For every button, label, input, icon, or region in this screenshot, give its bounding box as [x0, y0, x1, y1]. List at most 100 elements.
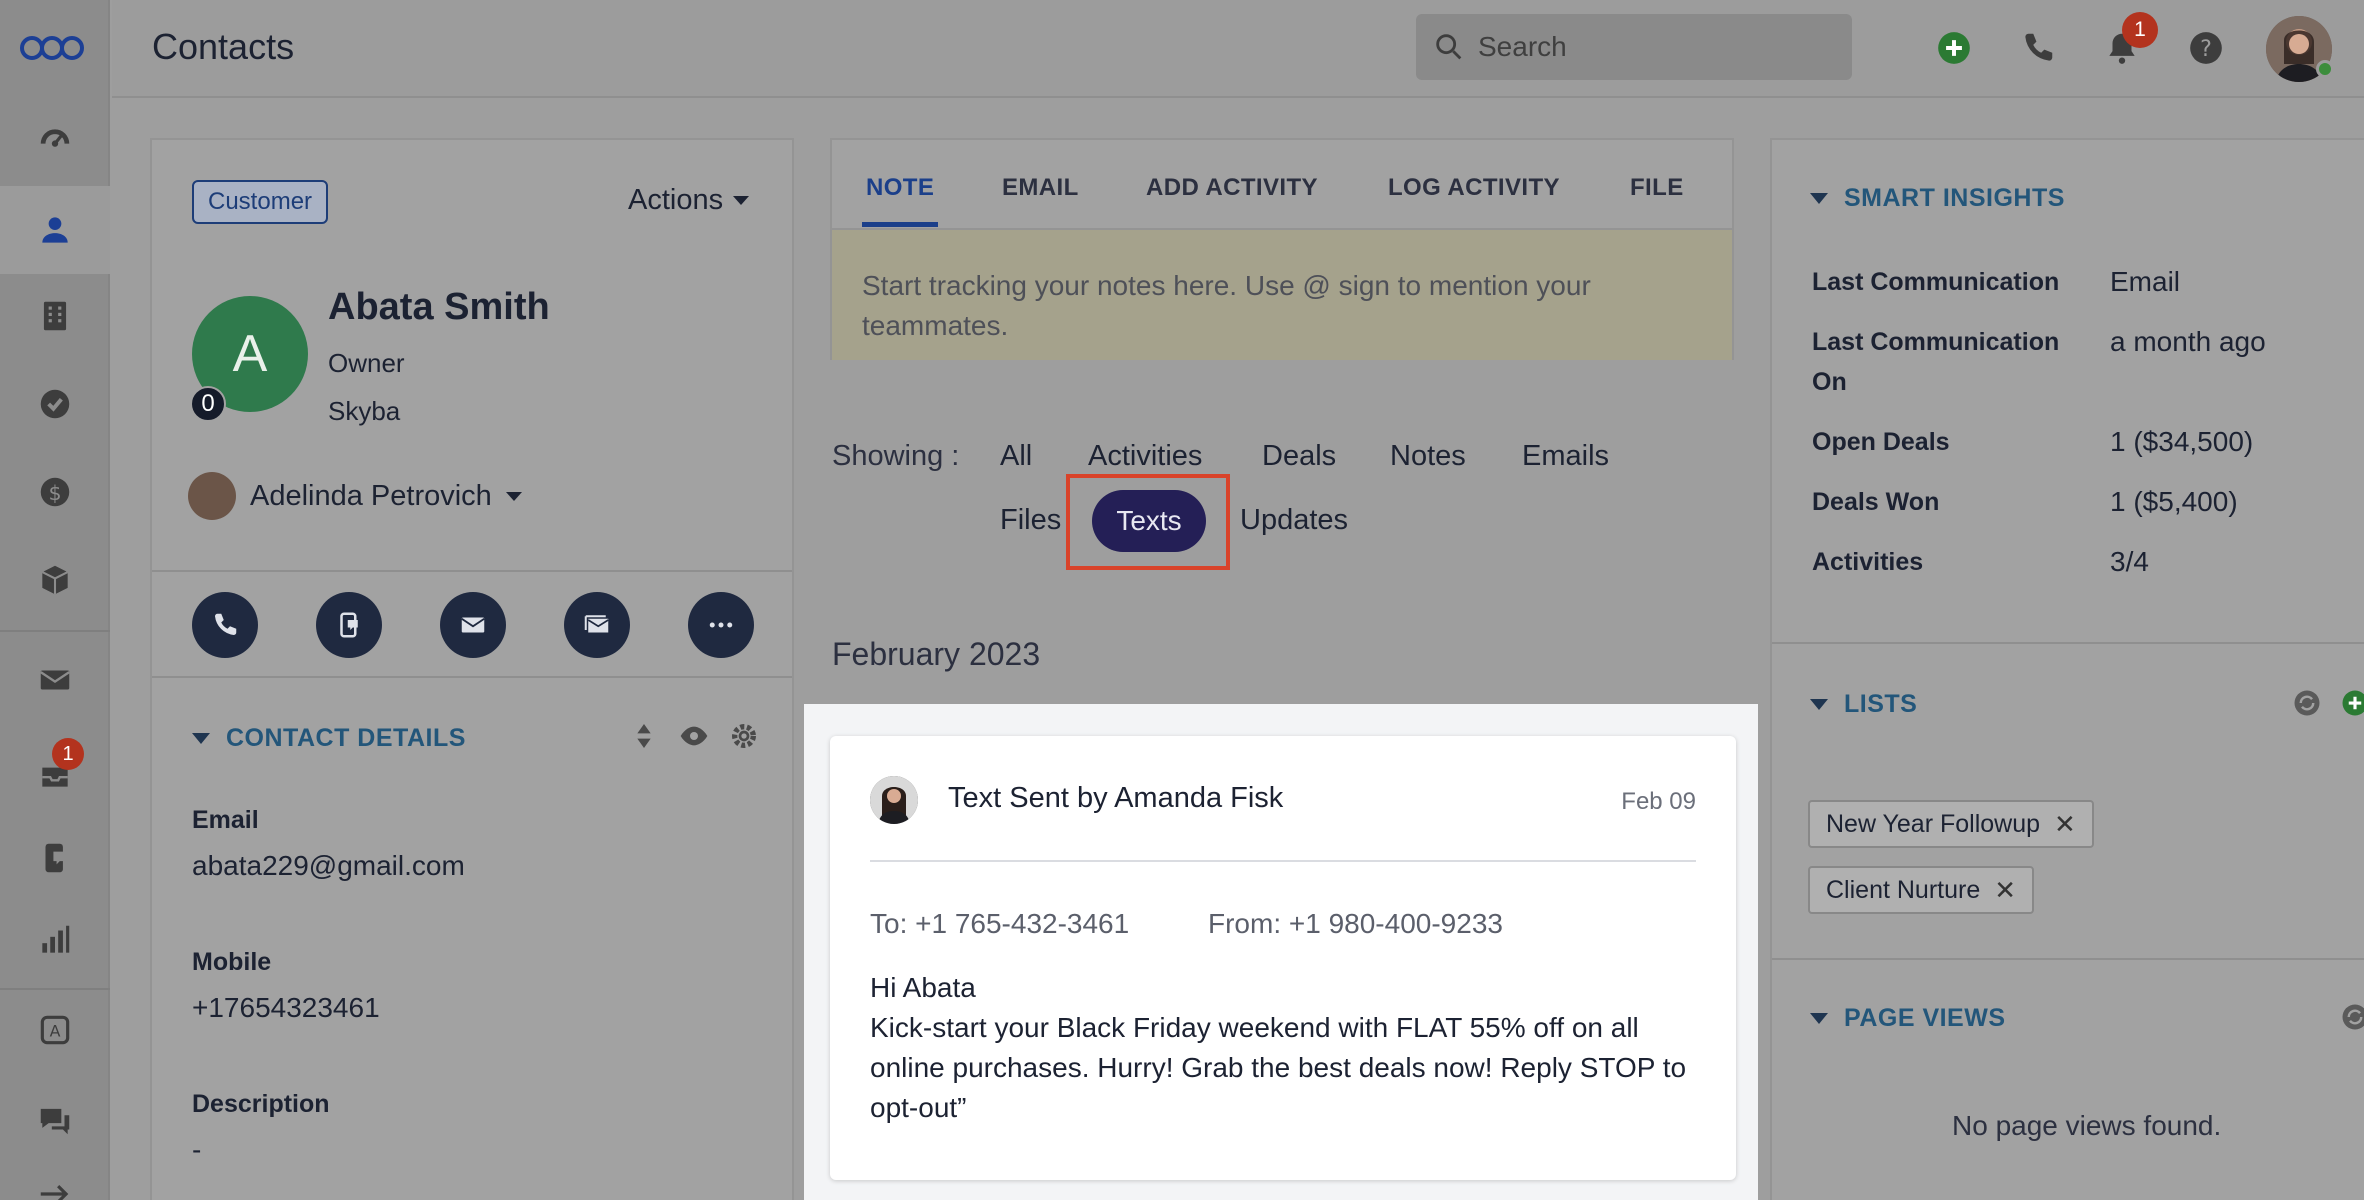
- tab-log-activity[interactable]: LOG ACTIVITY: [1388, 174, 1560, 202]
- notification-badge: 1: [2122, 12, 2158, 48]
- more-options-button[interactable]: [688, 592, 754, 658]
- nav-tasks[interactable]: [0, 360, 110, 448]
- divider: [1772, 642, 2364, 644]
- sms-button[interactable]: [316, 592, 382, 658]
- nav-dashboard[interactable]: [0, 98, 110, 186]
- svg-text:A: A: [50, 1021, 61, 1040]
- tab-file[interactable]: FILE: [1630, 174, 1684, 202]
- tab-note[interactable]: NOTE: [866, 174, 934, 202]
- contact-details-tools: [628, 720, 760, 752]
- showing-label: Showing :: [832, 440, 960, 472]
- contact-company[interactable]: Skyba: [328, 396, 400, 427]
- mobile-value[interactable]: +17654323461: [192, 992, 380, 1024]
- close-icon[interactable]: ✕: [2054, 809, 2076, 840]
- sender-avatar: [870, 776, 918, 824]
- filter-emails[interactable]: Emails: [1522, 440, 1609, 473]
- sender-photo-icon: [870, 776, 918, 824]
- insight-value: Email: [2110, 266, 2181, 297]
- list-chip[interactable]: Client Nurture ✕: [1808, 866, 2035, 914]
- filter-all[interactable]: All: [1000, 440, 1032, 473]
- help-button[interactable]: ?: [2184, 26, 2228, 70]
- contact-profile-panel: Customer Actions A 0 Abata Smith Owner S…: [150, 138, 794, 1200]
- app-logo-icon[interactable]: [18, 28, 86, 68]
- gear-icon[interactable]: [728, 720, 760, 752]
- actions-dropdown[interactable]: Actions: [628, 184, 750, 217]
- close-icon[interactable]: ✕: [1994, 875, 2016, 906]
- insight-label: Deals Won: [1812, 488, 1940, 516]
- contact-person-icon: [42, 217, 68, 243]
- refresh-icon[interactable]: [2340, 1002, 2364, 1032]
- filter-activities[interactable]: Activities: [1088, 440, 1202, 473]
- tab-email[interactable]: EMAIL: [1002, 174, 1079, 202]
- quick-add-button[interactable]: [1932, 26, 1976, 70]
- page-views-heading: PAGE VIEWS: [1844, 1004, 2006, 1032]
- filter-updates[interactable]: Updates: [1240, 504, 1348, 537]
- list-chip-label: Client Nurture: [1826, 875, 1981, 904]
- insight-label: Last Communication On: [1812, 328, 2060, 396]
- phone-icon: [2025, 33, 2053, 61]
- active-tab-indicator: [862, 222, 938, 227]
- automation-icon: A: [40, 1015, 70, 1045]
- lists-toggle[interactable]: LISTS: [1810, 690, 1917, 719]
- card-event-type: Text Sent: [948, 782, 1069, 814]
- list-chip[interactable]: New Year Followup ✕: [1808, 800, 2094, 848]
- refresh-icon[interactable]: [2292, 688, 2322, 718]
- insights-panel: SMART INSIGHTS Last Communication Email …: [1770, 138, 2364, 1200]
- dollar-circle-icon: $: [40, 477, 70, 507]
- card-divider: [870, 860, 1696, 862]
- sms-phone-icon: [45, 843, 67, 873]
- contact-details-toggle[interactable]: CONTACT DETAILS: [192, 724, 466, 753]
- insight-value: 1 ($34,500): [2110, 426, 2254, 457]
- svg-text:$: $: [48, 481, 61, 505]
- ellipsis-icon: [709, 622, 733, 628]
- smart-insights-toggle[interactable]: SMART INSIGHTS: [1810, 184, 2065, 213]
- card-author: Amanda Fisk: [1114, 782, 1284, 814]
- tab-add-activity[interactable]: ADD ACTIVITY: [1146, 174, 1318, 202]
- page-views-toggle[interactable]: PAGE VIEWS: [1810, 1004, 2006, 1033]
- search-input[interactable]: [1478, 31, 1838, 63]
- text-message-card[interactable]: Text Sent by Amanda Fisk Feb 09 To: +1 7…: [830, 736, 1736, 1180]
- nav-reports[interactable]: [0, 896, 110, 984]
- speedometer-icon: [40, 129, 70, 147]
- card-message: Kick-start your Black Friday weekend wit…: [870, 1012, 1687, 1123]
- nav-sms[interactable]: [0, 814, 110, 902]
- nav-collapse[interactable]: [0, 1150, 110, 1200]
- phone-button[interactable]: [2016, 26, 2060, 70]
- nav-automation[interactable]: A: [0, 986, 110, 1074]
- caret-down-icon: [1810, 193, 1828, 204]
- insight-label: Last Communication: [1812, 268, 2060, 296]
- eye-icon[interactable]: [678, 720, 710, 752]
- envelope-icon: [461, 617, 485, 633]
- card-date: Feb 09: [1621, 788, 1696, 815]
- card-greeting: Hi Abata: [870, 972, 976, 1003]
- stacked-mail-icon: [584, 615, 609, 633]
- nav-products[interactable]: [0, 536, 110, 624]
- search-box[interactable]: [1416, 14, 1852, 80]
- nav-accounts[interactable]: [0, 272, 110, 360]
- nav-contacts[interactable]: [0, 186, 110, 274]
- notifications-button[interactable]: 1: [2100, 12, 2158, 70]
- contact-details-heading: CONTACT DETAILS: [226, 724, 466, 752]
- description-value[interactable]: -: [192, 1134, 201, 1166]
- activity-composer: NOTE EMAIL ADD ACTIVITY LOG ACTIVITY FIL…: [830, 138, 1734, 360]
- caret-down-icon: [192, 733, 210, 744]
- add-list-icon[interactable]: [2340, 688, 2364, 718]
- nav-deals[interactable]: $: [0, 448, 110, 536]
- nav-inbox[interactable]: 1: [0, 730, 110, 818]
- bulk-email-button[interactable]: [564, 592, 630, 658]
- online-status-dot: [2316, 60, 2334, 78]
- highlight-annotation: [1066, 474, 1230, 570]
- email-value[interactable]: abata229@gmail.com: [192, 850, 465, 882]
- nav-email[interactable]: [0, 636, 110, 724]
- insight-value: a month ago: [2110, 326, 2266, 357]
- filter-notes[interactable]: Notes: [1390, 440, 1466, 473]
- note-input[interactable]: Start tracking your notes here. Use @ si…: [832, 230, 1732, 360]
- filter-files[interactable]: Files: [1000, 504, 1061, 537]
- sort-arrows-icon[interactable]: [628, 720, 660, 752]
- filter-deals[interactable]: Deals: [1262, 440, 1336, 473]
- caret-down-icon: [1810, 699, 1828, 710]
- call-button[interactable]: [192, 592, 258, 658]
- email-button[interactable]: [440, 592, 506, 658]
- owner-selector[interactable]: Adelinda Petrovich: [188, 472, 522, 520]
- contact-type-badge[interactable]: Customer: [192, 180, 329, 224]
